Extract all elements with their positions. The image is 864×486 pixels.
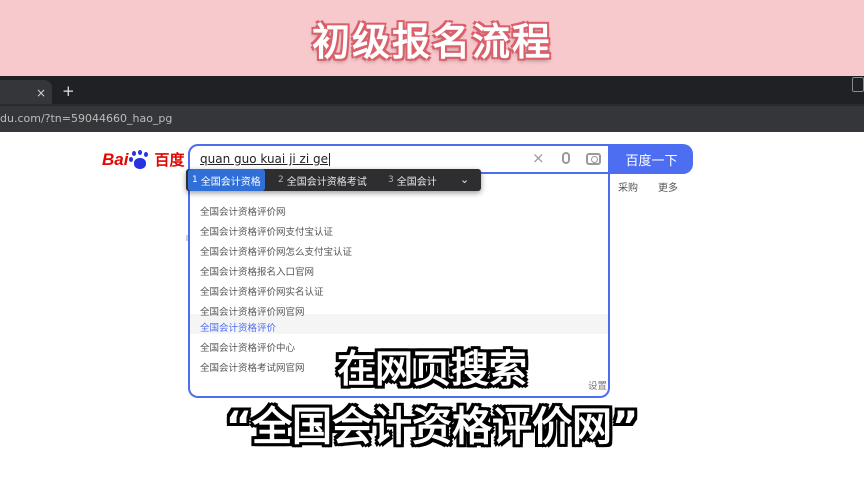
suggestion-item[interactable]: 全国会计资格评价网实名认证 <box>200 284 324 298</box>
ime-candidate[interactable]: 2 全国会计资格考试 <box>274 169 371 191</box>
microphone-icon[interactable] <box>562 152 570 164</box>
suggestion-item[interactable]: 全国会计资格评价网官网 <box>200 304 305 318</box>
tab-bar: × + <box>0 76 864 104</box>
title-banner: 初级报名流程 <box>0 0 864 76</box>
suggestion-item[interactable]: 全国会计资格评价网怎么支付宝认证 <box>200 244 352 258</box>
nav-link-procurement[interactable]: 采购 <box>618 179 638 194</box>
suggestion-item[interactable]: 全国会计资格报名入口官网 <box>200 264 314 278</box>
search-query[interactable]: quan guo kuai ji zi ge <box>200 152 330 166</box>
browser-tab[interactable]: × <box>0 80 52 104</box>
paw-icon <box>129 149 151 170</box>
logo-text-bai: Bai <box>102 149 129 169</box>
close-icon[interactable]: × <box>36 86 46 100</box>
chevron-down-icon[interactable]: ⌄ <box>460 173 469 186</box>
suggestion-item[interactable]: 全国会计资格评价网支付宝认证 <box>200 224 333 238</box>
ime-candidate[interactable]: 3 全国会计 <box>384 169 441 191</box>
ime-candidate[interactable]: 1 全国会计资格 <box>188 169 265 191</box>
nav-link-more[interactable]: 更多 <box>658 179 678 194</box>
banner-title: 初级报名流程 <box>311 19 552 64</box>
window-control-icon[interactable] <box>852 77 864 92</box>
suggestion-item[interactable]: 全国会计资格评价网 <box>200 204 286 218</box>
browser-chrome: × + du.com/?tn=59044660_hao_pg <box>0 76 864 155</box>
new-tab-button[interactable]: + <box>62 82 75 100</box>
logo-text-cn: 百度 <box>154 151 185 169</box>
baidu-logo[interactable]: Bai 百度 <box>102 149 184 170</box>
search-button[interactable]: 百度一下 <box>610 144 693 174</box>
caption-line-2: “全国会计资格评价网” <box>225 404 639 450</box>
url-text[interactable]: du.com/?tn=59044660_hao_pg <box>0 112 172 125</box>
ime-candidate-bar: 1 全国会计资格 2 全国会计资格考试 3 全国会计 ⌄ <box>186 169 481 191</box>
address-bar[interactable]: du.com/?tn=59044660_hao_pg <box>0 106 864 155</box>
caption-line-1: 在网页搜索 <box>336 347 527 391</box>
clear-icon[interactable]: × <box>532 149 545 167</box>
suggestion-item-active[interactable]: 全国会计资格评价 <box>200 320 276 334</box>
camera-icon[interactable] <box>586 153 601 165</box>
